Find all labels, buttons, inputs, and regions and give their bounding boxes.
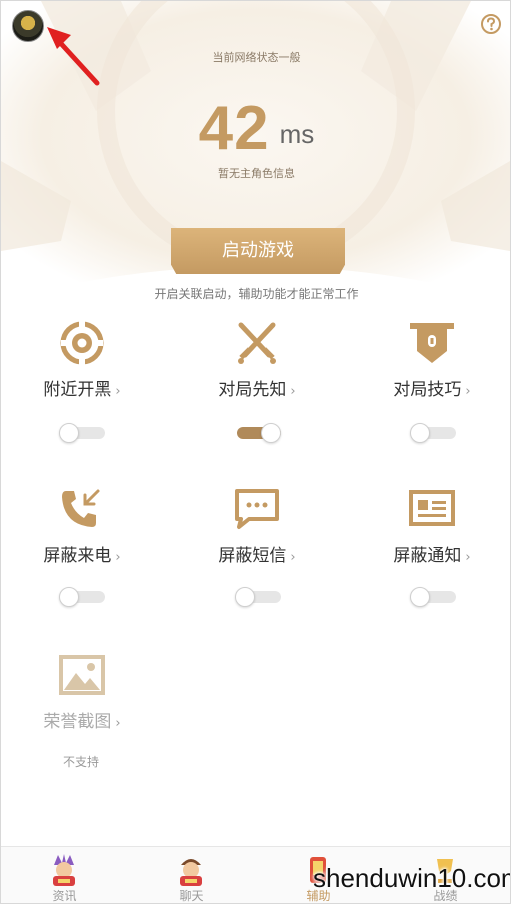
tab-label: 聊天 [179,889,204,903]
tab-chat[interactable]: 聊天 [128,847,255,903]
chat-hero-icon [180,859,202,886]
image-icon [59,655,105,695]
crossed-swords-icon [238,322,276,364]
phone-incoming-icon [62,489,100,527]
app-screen: 当前网络状态一般 42 ms 暂无主角色信息 启动游戏 开启关联启动，辅助功能才能… [0,0,511,904]
feature-label: 荣誉截图 [43,712,112,732]
chevron-right-icon: › [115,384,121,399]
toggle-match-insight[interactable] [237,423,281,443]
chevron-right-icon: › [115,716,121,731]
feature-label: 屏蔽短信 [218,546,287,566]
tab-label: 资讯 [52,889,77,903]
feature-match-tips[interactable]: 对局技巧 › [362,321,502,400]
feature-block-calls[interactable]: 屏蔽来电 › [12,487,152,566]
feature-label: 屏蔽通知 [393,546,462,566]
start-game-button[interactable]: 启动游戏 [171,228,345,274]
avatar[interactable] [12,10,44,42]
toggle-block-calls[interactable] [59,587,105,607]
start-hint: 开启关联启动，辅助功能才能正常工作 [154,287,359,301]
target-icon [60,321,104,365]
watermark-text: shenduwin10.com [313,863,511,893]
chevron-right-icon: › [115,550,121,565]
role-info: 暂无主角色信息 [218,167,295,180]
chevron-right-icon: › [290,550,296,565]
unsupported-status: 不支持 [62,755,99,769]
tab-news[interactable]: 资讯 [1,847,128,903]
toggle-nearby-team[interactable] [59,423,105,443]
network-status: 当前网络状态一般 [212,51,301,64]
feature-honor-screenshot[interactable]: 荣誉截图 › [12,653,152,732]
feature-label: 对局先知 [218,380,287,400]
feature-label: 对局技巧 [393,380,462,400]
feature-block-notifications[interactable]: 屏蔽通知 › [362,487,502,566]
ping-readout: 42 ms [1,93,510,164]
ping-value: 42 [198,94,270,163]
news-hero-icon [53,854,75,886]
feature-nearby-team[interactable]: 附近开黑 › [12,321,152,400]
feature-match-insight[interactable]: 对局先知 › [187,321,327,400]
feature-label: 附近开黑 [43,380,112,400]
message-icon [235,489,279,529]
banner-shield-icon [410,323,454,363]
feature-label: 屏蔽来电 [43,546,112,566]
toggle-block-sms[interactable] [235,587,281,607]
feature-block-sms[interactable]: 屏蔽短信 › [187,487,327,566]
help-icon[interactable] [480,13,502,35]
chevron-right-icon: › [290,384,296,399]
chevron-right-icon: › [465,384,471,399]
notification-card-icon [409,490,455,526]
toggle-match-tips[interactable] [410,423,456,443]
toggle-block-notifications[interactable] [410,587,456,607]
chevron-right-icon: › [465,550,471,565]
ping-unit: ms [279,119,315,149]
